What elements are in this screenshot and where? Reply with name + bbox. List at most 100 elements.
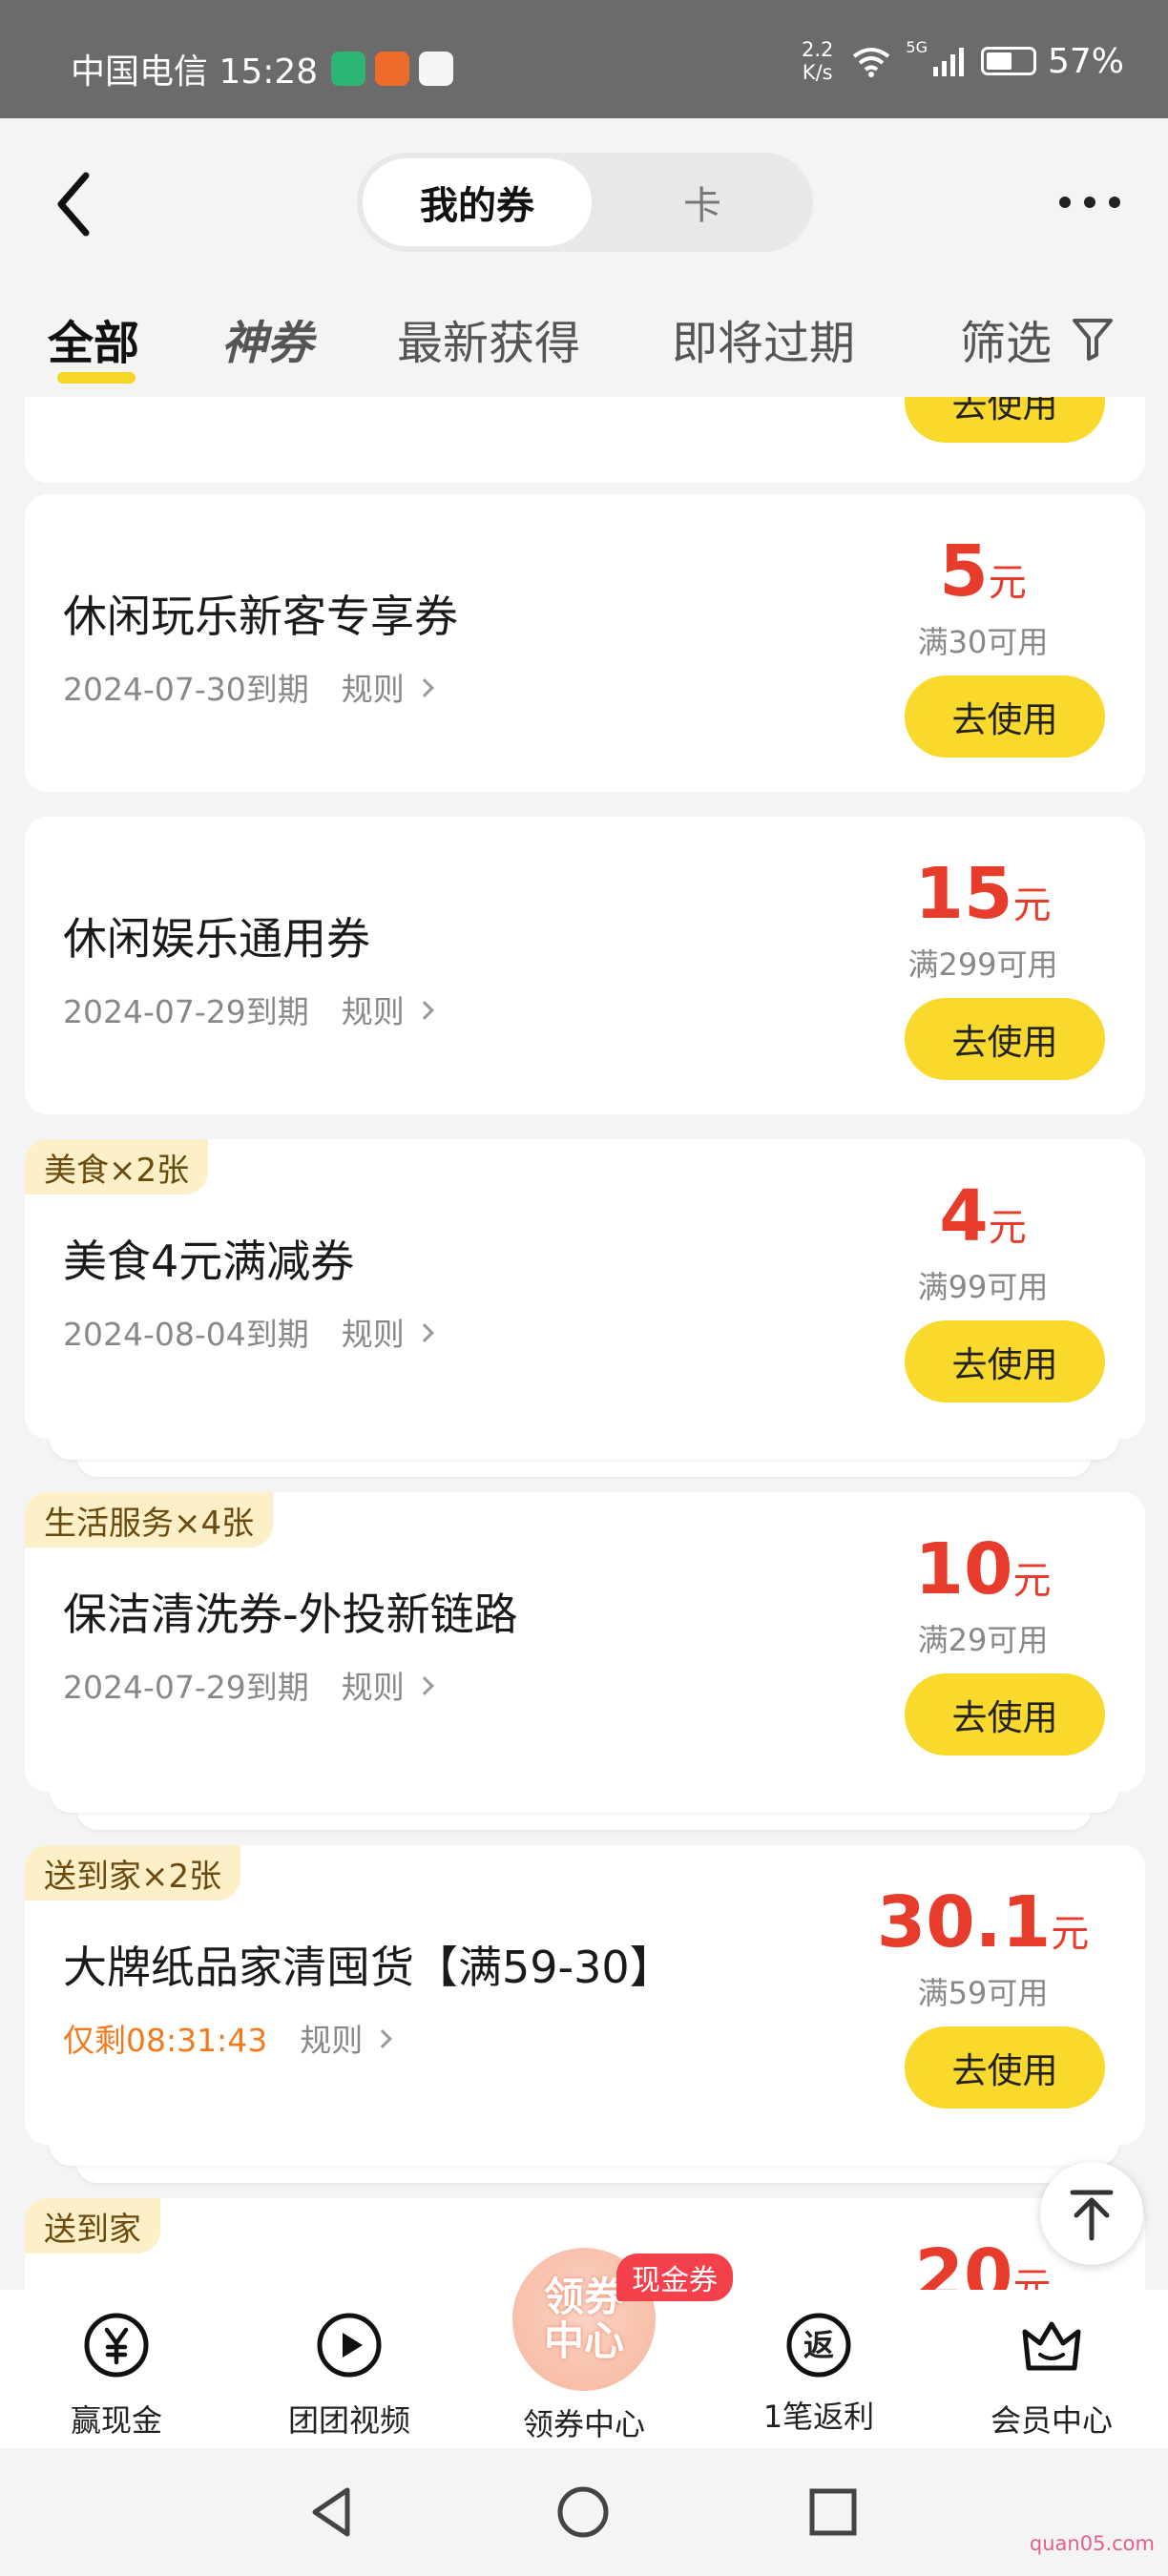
app-notification-icon (419, 52, 454, 86)
coupon-expire: 2024-07-30到期 (63, 671, 309, 708)
app-notification-icon (375, 52, 410, 86)
tab-shen-coupon[interactable]: 神券 (221, 305, 313, 372)
coupon-condition: 满30可用 (917, 624, 1049, 660)
chevron-right-icon (414, 1676, 434, 1695)
rule-link[interactable]: 规则 (300, 2015, 393, 2061)
tab-active-indicator (57, 372, 136, 384)
coupon-condition: 满99可用 (917, 1269, 1049, 1305)
coupon-title: 美食4元满减券 (63, 1236, 355, 1287)
tab-expiring-soon[interactable]: 即将过期 (672, 305, 855, 372)
category-tag: 送到家×2张 (25, 1845, 241, 1901)
nav-rebate[interactable]: 返 1笔返利 (723, 2311, 914, 2437)
category-tag: 送到家 (25, 2198, 160, 2254)
chevron-right-icon (414, 678, 434, 697)
nav-member-center[interactable]: 会员中心 (956, 2311, 1147, 2441)
nav-team-video[interactable]: 团团视频 (254, 2311, 445, 2441)
filter-icon[interactable] (1071, 315, 1115, 363)
tab-all[interactable]: 全部 (48, 305, 139, 372)
coupon-card[interactable]: 美食×2张 美食4元满减券 2024-08-04到期 规则 4元 满99可用 去… (25, 1139, 1145, 1439)
filter-tabs: 全部 神券 最新获得 即将过期 筛选 (0, 280, 1168, 385)
nav-label: 团团视频 (287, 2402, 410, 2439)
tab-filter[interactable]: 筛选 (960, 305, 1052, 372)
coupon-meta: 2024-07-29到期 规则 (63, 987, 434, 1032)
rule-link[interactable]: 规则 (342, 1662, 434, 1708)
coupon-card: 去使用 (25, 397, 1145, 483)
segment-control: 我的券 卡 (357, 153, 813, 252)
app-notification-icon (331, 52, 366, 86)
chevron-right-icon (414, 1323, 434, 1342)
segment-cards[interactable]: 卡 (592, 153, 813, 252)
net-speed: 2.2 K/s (802, 38, 834, 84)
coupon-meta: 2024-08-04到期 规则 (63, 1309, 434, 1355)
nav-win-cash[interactable]: 赢现金 (21, 2311, 212, 2441)
nav-label: 领券中心 (522, 2406, 645, 2442)
network-type: 5G (906, 38, 928, 56)
coupon-meta: 2024-07-29到期 规则 (63, 1662, 434, 1708)
stacked-card-edge (50, 2145, 1118, 2166)
coupon-list: 去使用 休闲玩乐新客专享券 2024-07-30到期 规则 5元 满30可用 去… (0, 397, 1168, 2290)
cash-coupon-badge: 现金券 (616, 2254, 733, 2301)
bottom-nav: 赢现金 团团视频 领券 中心 领券中心 现金券 返 1笔返利 会员中心 (0, 2248, 1168, 2448)
coupon-expire: 2024-08-04到期 (63, 1316, 309, 1353)
coupon-card[interactable]: 休闲娱乐通用券 2024-07-29到期 规则 15元 满299可用 去使用 (25, 817, 1145, 1114)
header: 我的券 卡 全部 神券 最新获得 即将过期 筛选 (0, 118, 1168, 397)
use-coupon-button[interactable]: 去使用 (905, 397, 1105, 443)
coupon-countdown: 仅剩08:31:43 (63, 2022, 268, 2059)
chevron-right-icon (414, 1001, 434, 1020)
category-tag: 生活服务×4张 (25, 1492, 274, 1548)
coupon-amount: 10元 (914, 1528, 1052, 1610)
status-bar: 中国电信 15:28 2.2 K/s 5G 57% (0, 0, 1168, 118)
signal-icon (932, 48, 964, 76)
stacked-card-edge (50, 1439, 1118, 1460)
coupon-amount: 30.1元 (876, 1881, 1090, 1963)
system-home-icon[interactable] (555, 2484, 611, 2540)
more-options-button[interactable] (1059, 197, 1120, 216)
carrier-time: 中国电信 15:28 (71, 52, 319, 92)
stacked-card-edge (50, 1792, 1118, 1813)
arrow-up-icon (1070, 2190, 1114, 2241)
wifi-icon (853, 48, 890, 77)
rule-link[interactable]: 规则 (342, 1309, 434, 1355)
tab-newest[interactable]: 最新获得 (397, 305, 580, 372)
category-tag: 美食×2张 (25, 1139, 209, 1195)
coupon-title: 休闲娱乐通用券 (63, 913, 370, 965)
coupon-card[interactable]: 休闲玩乐新客专享券 2024-07-30到期 规则 5元 满30可用 去使用 (25, 494, 1145, 792)
coupon-amount: 5元 (939, 530, 1027, 613)
coupon-title: 休闲玩乐新客专享券 (63, 591, 458, 642)
watermark: quan05.com (1029, 2532, 1155, 2555)
coupon-condition: 满29可用 (917, 1622, 1049, 1658)
rule-link[interactable]: 规则 (342, 987, 434, 1032)
battery-percent: 57% (1047, 41, 1124, 81)
coupon-card[interactable]: 生活服务×4张 保洁清洗券-外投新链路 2024-07-29到期 规则 10元 … (25, 1492, 1145, 1792)
use-coupon-button[interactable]: 去使用 (905, 1673, 1105, 1755)
back-to-top-button[interactable] (1040, 2162, 1143, 2265)
use-coupon-button[interactable]: 去使用 (905, 1320, 1105, 1402)
yuan-coin-icon (84, 2313, 149, 2378)
coupon-title: 保洁清洗券-外投新链路 (63, 1589, 518, 1640)
coupon-amount: 15元 (914, 853, 1052, 935)
status-right: 2.2 K/s 5G 57% (802, 38, 1124, 84)
play-icon (317, 2313, 382, 2378)
coupon-title: 大牌纸品家清囤货【满59-30】 (63, 1942, 674, 1993)
rule-link[interactable]: 规则 (342, 664, 434, 710)
coupon-condition: 满59可用 (917, 1975, 1049, 2011)
coupon-meta: 仅剩08:31:43 规则 (63, 2015, 393, 2061)
segment-my-coupons[interactable]: 我的券 (363, 158, 592, 246)
coupon-condition: 满299可用 (907, 946, 1058, 983)
rebate-icon: 返 (784, 2311, 853, 2379)
use-coupon-button[interactable]: 去使用 (905, 998, 1105, 1080)
system-back-icon[interactable] (305, 2484, 361, 2540)
use-coupon-button[interactable]: 去使用 (905, 2026, 1105, 2109)
chevron-right-icon (373, 2029, 393, 2048)
nav-label: 赢现金 (70, 2402, 162, 2439)
nav-label: 1笔返利 (762, 2399, 875, 2435)
nav-label: 会员中心 (990, 2402, 1113, 2439)
back-button[interactable] (48, 166, 105, 242)
status-left: 中国电信 15:28 (71, 44, 454, 93)
system-recents-icon[interactable] (805, 2484, 861, 2540)
battery-icon (980, 47, 1036, 75)
coupon-expire: 2024-07-29到期 (63, 1669, 309, 1706)
crown-icon (1022, 2321, 1081, 2371)
coupon-card[interactable]: 送到家×2张 大牌纸品家清囤货【满59-30】 仅剩08:31:43 规则 30… (25, 1845, 1145, 2145)
use-coupon-button[interactable]: 去使用 (905, 675, 1105, 758)
